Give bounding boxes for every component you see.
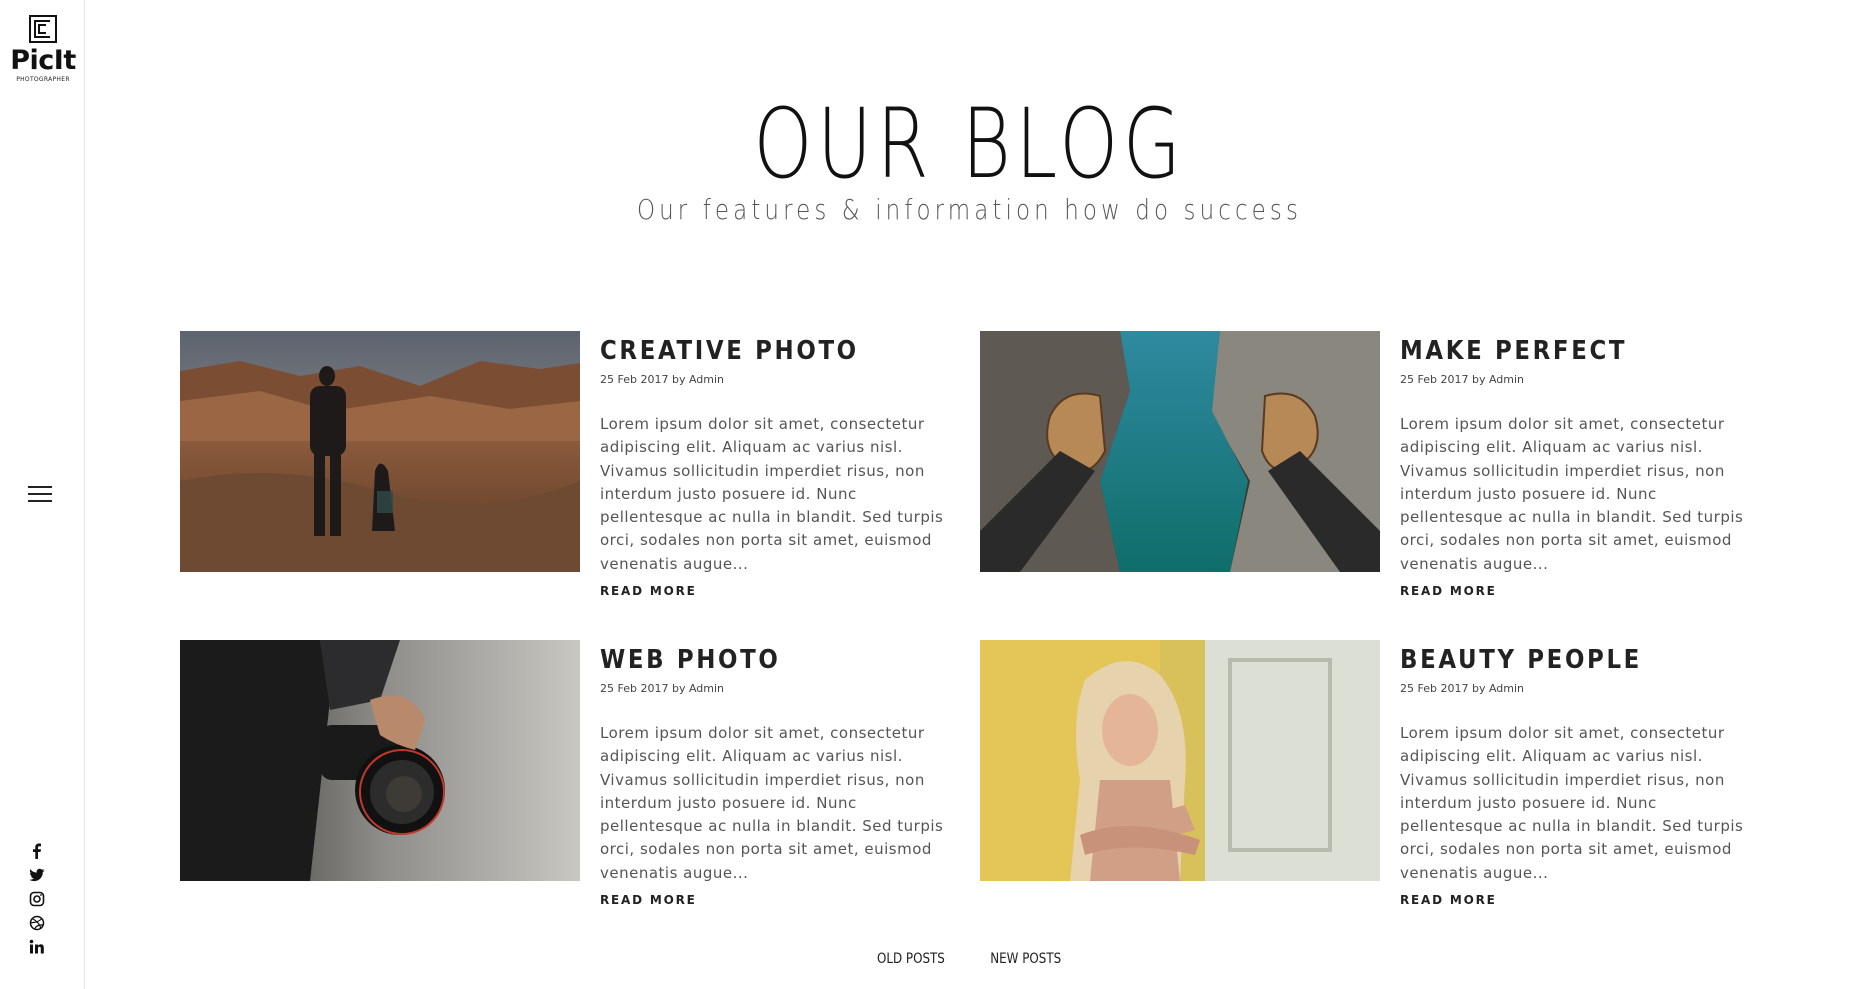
read-more-link[interactable]: READ MORE — [600, 584, 697, 598]
blog-post-card: CREATIVE PHOTO 25 Feb 2017 by Admin Lore… — [180, 331, 943, 598]
twitter-icon[interactable] — [28, 866, 46, 884]
hamburger-menu-icon[interactable] — [28, 486, 54, 506]
post-image-canyon[interactable] — [180, 331, 580, 572]
brand-name: PicIt — [10, 45, 76, 76]
post-title[interactable]: CREATIVE PHOTO — [600, 333, 917, 369]
post-body: BEAUTY PEOPLE 25 Feb 2017 by Admin Lorem… — [1400, 640, 1760, 908]
sidebar: PicIt PHOTOGRAPHER — [0, 0, 85, 989]
post-image-camera[interactable] — [180, 640, 580, 881]
post-excerpt: Lorem ipsum dolor sit amet, consectetur … — [1400, 724, 1744, 882]
post-meta: 25 Feb 2017 by Admin — [1400, 682, 1525, 695]
linkedin-icon[interactable] — [28, 938, 46, 956]
post-image-gorge[interactable] — [980, 331, 1380, 572]
facebook-icon[interactable] — [28, 842, 46, 860]
new-posts-link[interactable]: NEW POSTS — [991, 951, 1062, 967]
blog-post-card: BEAUTY PEOPLE 25 Feb 2017 by Admin Lorem… — [980, 640, 1743, 907]
post-excerpt: Lorem ipsum dolor sit amet, consectetur … — [600, 724, 944, 882]
read-more-link[interactable]: READ MORE — [1400, 584, 1497, 598]
post-excerpt: Lorem ipsum dolor sit amet, consectetur … — [1400, 415, 1744, 573]
post-meta: 25 Feb 2017 by Admin — [1400, 373, 1525, 386]
pagination: OLD POSTS NEW POSTS — [85, 948, 1854, 967]
post-meta: 25 Feb 2017 by Admin — [600, 373, 725, 386]
post-body: WEB PHOTO 25 Feb 2017 by Admin Lorem ips… — [600, 640, 960, 908]
logo[interactable]: PicIt PHOTOGRAPHER — [8, 14, 78, 84]
page-subtitle: Our features & information how do succes… — [636, 193, 1303, 226]
post-title[interactable]: WEB PHOTO — [600, 642, 917, 678]
brand-tagline: PHOTOGRAPHER — [16, 76, 70, 83]
post-body: MAKE PERFECT 25 Feb 2017 by Admin Lorem … — [1400, 331, 1760, 599]
page-title: OUR BLOG — [753, 88, 1186, 200]
post-image-portrait[interactable] — [980, 640, 1380, 881]
dribbble-icon[interactable] — [28, 914, 46, 932]
blog-post-card: MAKE PERFECT 25 Feb 2017 by Admin Lorem … — [980, 331, 1743, 598]
logo-mark-icon — [28, 14, 58, 44]
read-more-link[interactable]: READ MORE — [1400, 893, 1497, 907]
post-meta: 25 Feb 2017 by Admin — [600, 682, 725, 695]
post-excerpt: Lorem ipsum dolor sit amet, consectetur … — [600, 415, 944, 573]
post-title[interactable]: BEAUTY PEOPLE — [1400, 642, 1717, 678]
post-title[interactable]: MAKE PERFECT — [1400, 333, 1717, 369]
blog-post-card: WEB PHOTO 25 Feb 2017 by Admin Lorem ips… — [180, 640, 943, 907]
post-body: CREATIVE PHOTO 25 Feb 2017 by Admin Lore… — [600, 331, 960, 599]
instagram-icon[interactable] — [28, 890, 46, 908]
social-links — [28, 842, 52, 962]
read-more-link[interactable]: READ MORE — [600, 893, 697, 907]
old-posts-link[interactable]: OLD POSTS — [877, 951, 945, 967]
